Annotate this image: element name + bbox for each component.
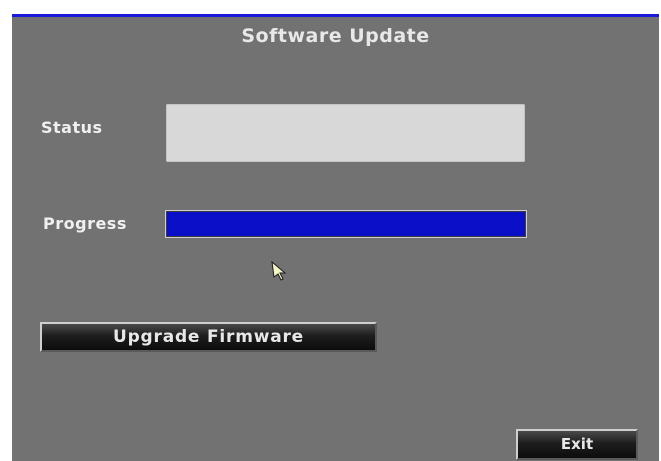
status-label: Status bbox=[41, 118, 103, 137]
upgrade-firmware-button[interactable]: Upgrade Firmware bbox=[40, 322, 377, 352]
screen: Software Update Status Progress Upgrade … bbox=[0, 0, 661, 461]
software-update-panel: Software Update Status Progress Upgrade … bbox=[12, 14, 659, 461]
mouse-pointer-icon bbox=[271, 260, 289, 281]
page-title: Software Update bbox=[241, 25, 430, 47]
exit-button[interactable]: Exit bbox=[516, 429, 638, 460]
progress-label: Progress bbox=[43, 214, 127, 233]
status-display bbox=[166, 104, 525, 162]
progress-fill bbox=[167, 212, 525, 236]
progress-bar bbox=[165, 210, 527, 238]
